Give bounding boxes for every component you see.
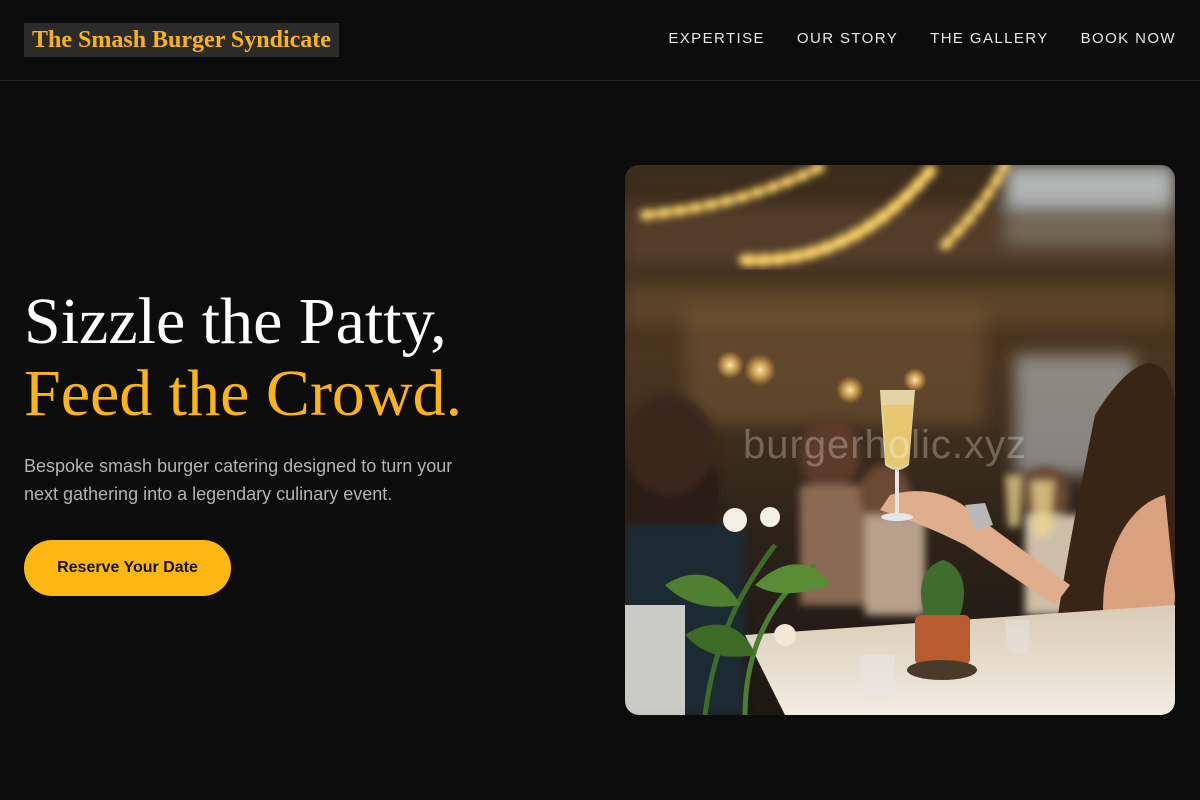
nav-link-expertise[interactable]: EXPERTISE [668, 28, 765, 50]
hero-title-line-2: Feed the Crowd. [24, 357, 463, 430]
hero-title: Sizzle the Patty, Feed the Crowd. [24, 286, 462, 430]
page: The Smash Burger Syndicate EXPERTISE OUR… [0, 0, 1200, 800]
nav-link-our-story[interactable]: OUR STORY [797, 28, 898, 50]
photo-watermark: burgerholic.xyz [743, 423, 1028, 467]
main-nav: EXPERTISE OUR STORY THE GALLERY BOOK NOW [668, 28, 1176, 50]
brand-logo[interactable]: The Smash Burger Syndicate [24, 23, 339, 57]
reserve-date-button[interactable]: Reserve Your Date [24, 540, 231, 596]
nav-link-the-gallery[interactable]: THE GALLERY [930, 28, 1049, 50]
hero-title-line-1: Sizzle the Patty, [24, 285, 447, 358]
hero-photo: burgerholic.xyz [625, 165, 1175, 715]
hero-subtitle: Bespoke smash burger catering designed t… [24, 456, 453, 504]
site-header: The Smash Burger Syndicate EXPERTISE OUR… [0, 0, 1200, 81]
nav-link-book-now[interactable]: BOOK NOW [1081, 28, 1176, 50]
